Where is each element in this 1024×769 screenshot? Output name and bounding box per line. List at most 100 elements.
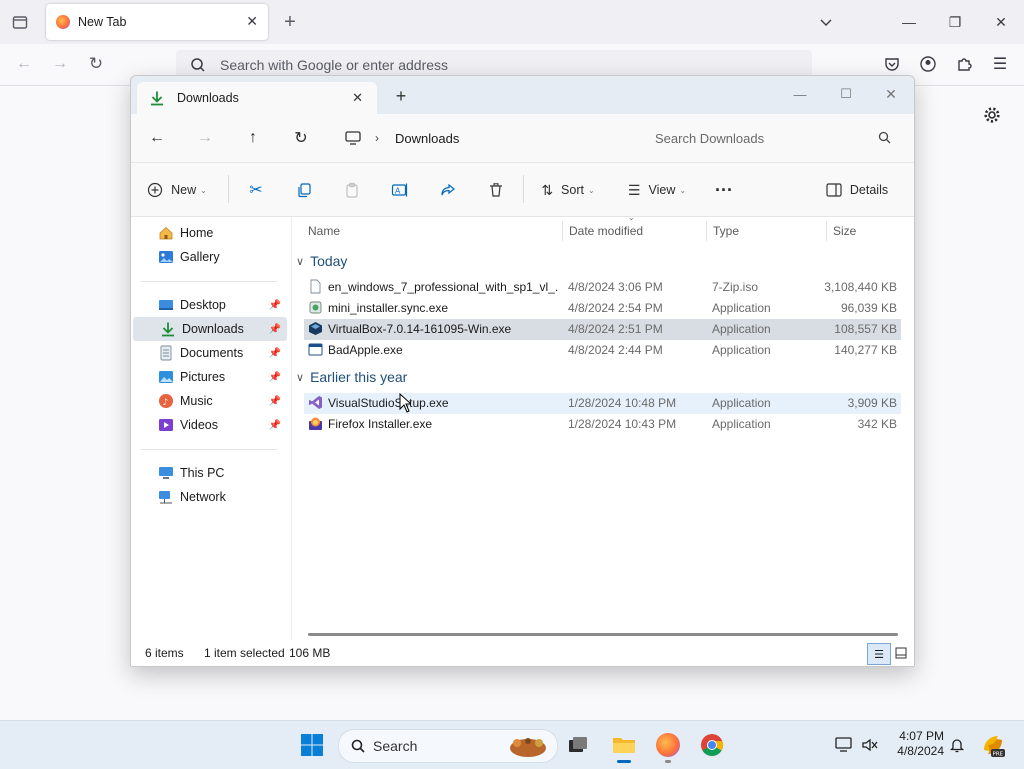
share-button[interactable]	[433, 174, 463, 206]
windows-logo-icon	[301, 734, 323, 756]
new-tab-settings-button[interactable]	[978, 101, 1006, 129]
copy-button[interactable]	[289, 174, 319, 206]
clock-time: 4:07 PM	[899, 729, 944, 743]
browser-restore-button[interactable]: ❐	[932, 0, 978, 44]
details-view-button[interactable]: ☰	[867, 643, 891, 665]
sidebar-item-videos[interactable]: Videos 📌	[131, 413, 287, 437]
reload-button[interactable]: ↻	[82, 50, 110, 78]
pin-icon[interactable]: 📌	[269, 420, 281, 431]
forward-button[interactable]: →	[46, 50, 74, 78]
tray-network-button[interactable]	[832, 733, 856, 757]
new-tab-button[interactable]: +	[276, 8, 304, 36]
column-header-size[interactable]: Size	[833, 217, 903, 245]
sort-button[interactable]: ⇅ Sort ⌄	[535, 174, 601, 206]
horizontal-scrollbar[interactable]	[308, 633, 898, 636]
column-divider[interactable]	[826, 221, 827, 241]
sidebar-item-downloads[interactable]: Downloads 📌	[133, 317, 287, 341]
view-button[interactable]: ☰ View ⌄	[623, 174, 691, 206]
sidebar-item-music[interactable]: ♪ Music 📌	[131, 389, 287, 413]
list-all-tabs-button[interactable]	[812, 8, 840, 36]
start-button[interactable]	[292, 725, 332, 765]
explorer-tab-downloads[interactable]: Downloads ✕	[137, 82, 377, 114]
status-selected-size: 106 MB	[289, 646, 331, 660]
file-name: Firefox Installer.exe	[328, 417, 433, 431]
sidebar-item-label: Gallery	[180, 250, 220, 264]
tab-overview-button[interactable]	[6, 8, 34, 36]
search-icon	[878, 131, 891, 144]
rename-button[interactable]: A	[385, 174, 415, 206]
table-row[interactable]: Firefox Installer.exe 1/28/2024 10:43 PM…	[304, 414, 901, 435]
explorer-maximize-button[interactable]: ☐	[823, 80, 869, 108]
pin-icon[interactable]: 📌	[269, 324, 281, 335]
tray-volume-button[interactable]	[858, 733, 882, 757]
app-menu-button[interactable]: ☰	[986, 50, 1014, 78]
close-tab-icon[interactable]: ✕	[352, 90, 363, 106]
explorer-minimize-button[interactable]: —	[777, 80, 823, 108]
breadcrumb[interactable]: Downloads	[395, 131, 459, 146]
column-header-type[interactable]: Type	[713, 217, 823, 245]
address-bar[interactable]: › Downloads	[335, 122, 629, 154]
back-button[interactable]: ←	[10, 50, 38, 78]
more-options-button[interactable]: ···	[709, 174, 739, 206]
sidebar-item-home[interactable]: Home	[131, 221, 287, 245]
refresh-button[interactable]: ↻	[285, 122, 317, 154]
sidebar-item-label: Network	[180, 490, 226, 504]
application-icon	[308, 343, 323, 356]
back-button[interactable]: ←	[141, 122, 173, 154]
taskbar-search-box[interactable]: Search	[338, 729, 558, 763]
share-icon	[441, 183, 455, 196]
column-header-name[interactable]: Name	[308, 217, 560, 245]
details-pane-button[interactable]: Details	[821, 174, 893, 206]
browser-tab-new-tab[interactable]: New Tab ✕	[46, 4, 268, 40]
divider	[141, 449, 277, 450]
forward-button[interactable]: →	[189, 122, 221, 154]
pin-icon[interactable]: 📌	[269, 372, 281, 383]
copilot-preview-button[interactable]: PRE	[978, 729, 1008, 761]
file-list: Name Date modified ⌄ Type Size ∨ Today e…	[296, 213, 904, 640]
cut-button[interactable]: ✂	[241, 174, 271, 206]
browser-close-button[interactable]: ✕	[978, 0, 1024, 44]
taskbar-firefox[interactable]	[648, 725, 688, 765]
pin-icon[interactable]: 📌	[269, 348, 281, 359]
sidebar-item-pictures[interactable]: Pictures 📌	[131, 365, 287, 389]
sidebar-item-desktop[interactable]: Desktop 📌	[131, 293, 287, 317]
file-name: VisualStudioSetup.exe	[328, 396, 449, 410]
speaker-muted-icon	[862, 738, 878, 752]
sidebar-item-network[interactable]: Network	[131, 485, 287, 509]
taskbar-chrome[interactable]	[692, 725, 732, 765]
task-view-button[interactable]	[558, 725, 598, 765]
column-divider[interactable]	[706, 221, 707, 241]
gear-icon	[984, 107, 1000, 123]
explorer-new-tab-button[interactable]: +	[391, 86, 411, 106]
notifications-button[interactable]	[946, 733, 968, 757]
paste-button[interactable]	[337, 174, 367, 206]
details-label: Details	[849, 183, 889, 197]
table-row-selected[interactable]: VirtualBox-7.0.14-161095-Win.exe 4/8/202…	[304, 319, 901, 340]
pin-icon[interactable]: 📌	[269, 396, 281, 407]
table-row[interactable]: en_windows_7_professional_with_sp1_vl_..…	[304, 277, 901, 298]
clock[interactable]: 4:07 PM 4/8/2024	[888, 729, 944, 761]
delete-button[interactable]	[481, 174, 511, 206]
pocket-button[interactable]	[878, 50, 906, 78]
sidebar-item-gallery[interactable]: Gallery	[131, 245, 287, 269]
new-button[interactable]: New ⌄	[143, 174, 211, 206]
table-row[interactable]: mini_installer.sync.exe 4/8/2024 2:54 PM…	[304, 298, 901, 319]
close-tab-icon[interactable]: ✕	[246, 13, 258, 30]
column-divider[interactable]	[562, 221, 563, 241]
table-row[interactable]: BadApple.exe 4/8/2024 2:44 PM Applicatio…	[304, 340, 901, 361]
up-button[interactable]: ↑	[237, 122, 269, 154]
group-header-today[interactable]: ∨ Today	[296, 250, 347, 272]
account-button[interactable]	[914, 50, 942, 78]
taskbar-file-explorer[interactable]	[604, 725, 644, 765]
table-row-hover[interactable]: VisualStudioSetup.exe 1/28/2024 10:48 PM…	[304, 393, 901, 414]
sidebar-item-documents[interactable]: Documents 📌	[131, 341, 287, 365]
search-box[interactable]: Search Downloads	[643, 122, 903, 154]
explorer-close-button[interactable]: ✕	[868, 80, 914, 108]
sidebar-item-this-pc[interactable]: This PC	[131, 461, 287, 485]
column-header-date[interactable]: Date modified	[569, 217, 707, 245]
extensions-button[interactable]	[950, 50, 978, 78]
browser-minimize-button[interactable]: —	[886, 0, 932, 44]
group-header-earlier-this-year[interactable]: ∨ Earlier this year	[296, 366, 407, 388]
tiles-view-button[interactable]	[891, 643, 911, 663]
pin-icon[interactable]: 📌	[269, 300, 281, 311]
